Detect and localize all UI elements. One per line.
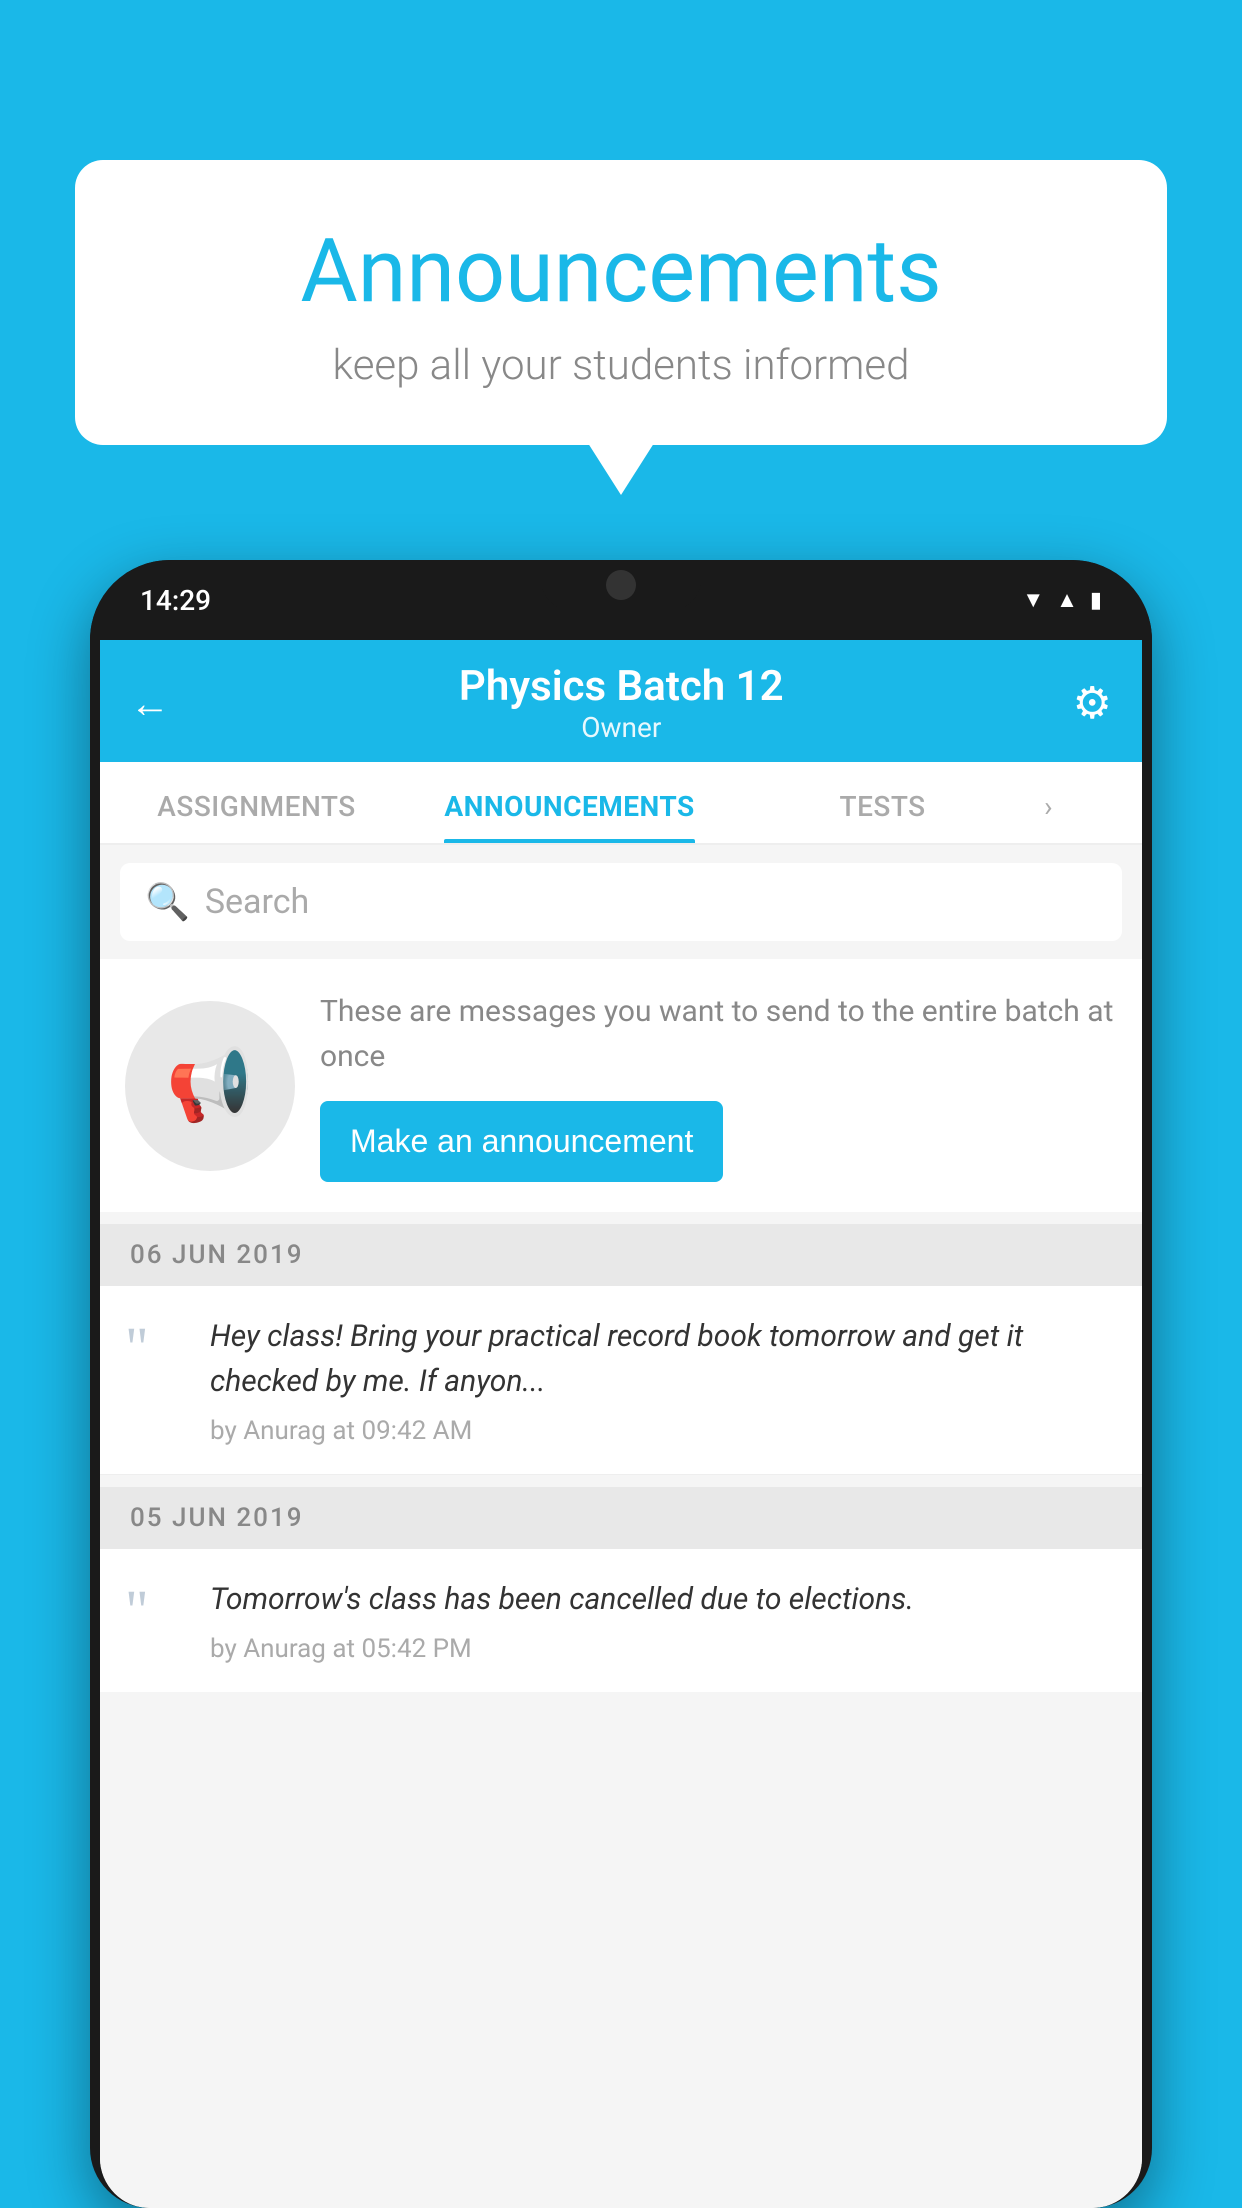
announcement-content-2: Tomorrow's class has been cancelled due … (210, 1577, 1117, 1664)
wifi-icon: ▼ (1022, 587, 1044, 613)
status-time: 14:29 (140, 584, 211, 617)
bubble-title: Announcements (145, 220, 1097, 323)
search-icon: 🔍 (145, 881, 190, 923)
tab-assignments[interactable]: ASSIGNMENTS (100, 762, 413, 843)
announcement-content-1: Hey class! Bring your practical record b… (210, 1314, 1117, 1446)
battery-icon: ▮ (1090, 588, 1102, 613)
signal-icon: ▲ (1056, 587, 1078, 613)
tabs-bar: ASSIGNMENTS ANNOUNCEMENTS TESTS › (100, 762, 1142, 845)
speech-bubble: Announcements keep all your students inf… (75, 160, 1167, 445)
announcement-item-2[interactable]: " Tomorrow's class has been cancelled du… (100, 1549, 1142, 1692)
phone-screen: ← Physics Batch 12 Owner ⚙ ASSIGNMENTS A… (100, 640, 1142, 2208)
search-bar[interactable]: 🔍 Search (120, 863, 1122, 941)
status-icons: ▼ ▲ ▮ (1022, 587, 1102, 613)
tab-announcements[interactable]: ANNOUNCEMENTS (413, 762, 726, 843)
bubble-subtitle: keep all your students informed (145, 341, 1097, 390)
date-separator-1: 06 JUN 2019 (100, 1224, 1142, 1286)
settings-icon[interactable]: ⚙ (1073, 677, 1112, 729)
megaphone-icon: 📢 (166, 1045, 253, 1127)
app-header: ← Physics Batch 12 Owner ⚙ (100, 640, 1142, 762)
promo-description: These are messages you want to send to t… (320, 989, 1117, 1079)
announcement-meta-2: by Anurag at 05:42 PM (210, 1634, 1117, 1664)
search-placeholder: Search (205, 882, 309, 922)
announcement-meta-1: by Anurag at 09:42 AM (210, 1416, 1117, 1446)
promo-icon-circle: 📢 (125, 1001, 295, 1171)
header-center: Physics Batch 12 Owner (459, 662, 784, 744)
tab-tests[interactable]: TESTS (726, 762, 1039, 843)
quote-icon-1: " (125, 1314, 185, 1377)
back-button[interactable]: ← (130, 680, 170, 727)
make-announcement-button[interactable]: Make an announcement (320, 1101, 723, 1182)
quote-icon-2: " (125, 1577, 185, 1640)
phone-frame: 14:29 ▼ ▲ ▮ ← Physics Batch 12 Owner ⚙ A… (90, 560, 1152, 2208)
tab-more[interactable]: › (1039, 762, 1142, 843)
phone-notch (541, 560, 701, 610)
batch-title: Physics Batch 12 (459, 662, 784, 711)
announcement-text-1: Hey class! Bring your practical record b… (210, 1314, 1117, 1404)
promo-content: These are messages you want to send to t… (320, 989, 1117, 1182)
batch-role: Owner (459, 711, 784, 744)
camera-icon (606, 570, 636, 600)
announcement-promo: 📢 These are messages you want to send to… (100, 959, 1142, 1212)
phone-status-bar: 14:29 ▼ ▲ ▮ (90, 560, 1152, 640)
content-area: 🔍 Search 📢 These are messages you want t… (100, 845, 1142, 2208)
date-separator-2: 05 JUN 2019 (100, 1487, 1142, 1549)
announcement-text-2: Tomorrow's class has been cancelled due … (210, 1577, 1117, 1622)
announcement-item-1[interactable]: " Hey class! Bring your practical record… (100, 1286, 1142, 1475)
